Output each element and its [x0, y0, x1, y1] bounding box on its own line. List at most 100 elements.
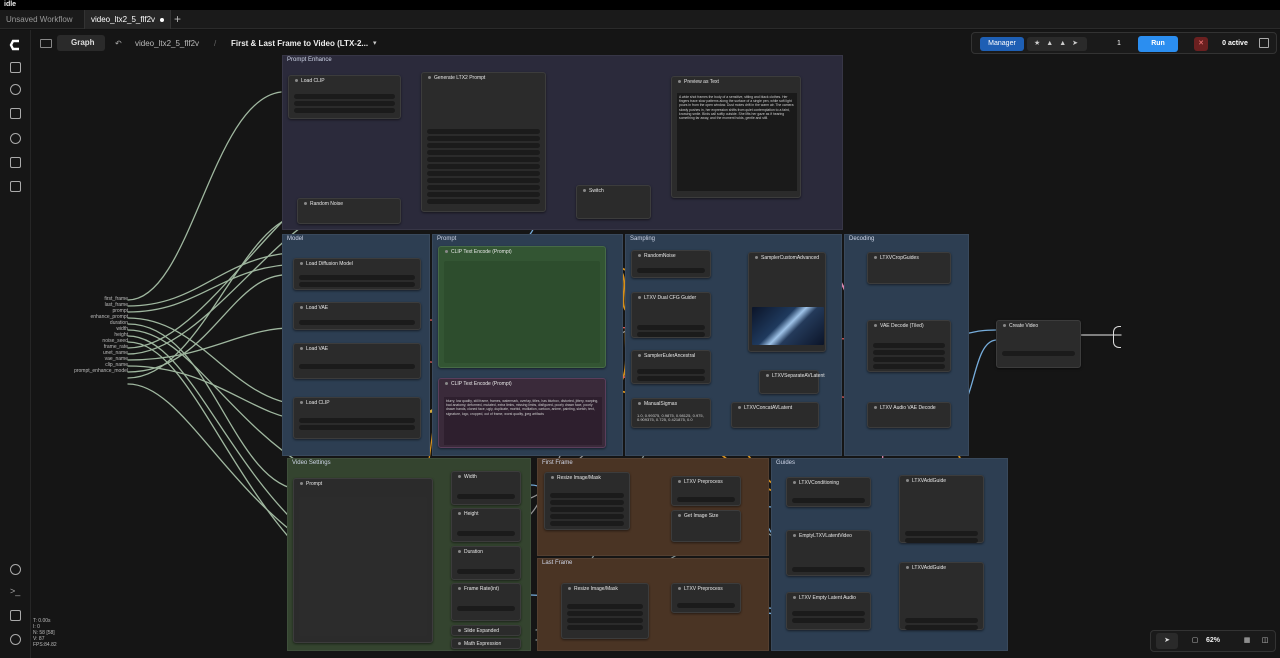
node-ltxv-conditioning[interactable]: LTXVConditioning — [786, 477, 871, 507]
node-title: CLIP Text Encode (Prompt) — [445, 381, 512, 388]
minimap-icon[interactable]: ▦ — [1241, 633, 1253, 649]
group-title: Guides — [776, 460, 796, 466]
node-clip-text-encode-negative[interactable]: CLIP Text Encode (Prompt) blurry, low qua… — [438, 378, 606, 448]
node-random-noise[interactable]: Random Noise — [297, 198, 401, 224]
node-title: VAE Decode (Tiled) — [874, 323, 924, 330]
group-title: Prompt — [437, 236, 457, 242]
breadcrumb-workflow[interactable]: video_ltx2_5_flf2v — [135, 36, 199, 51]
run-button[interactable]: Run — [1138, 36, 1178, 52]
node-load-vae[interactable]: Load VAE — [293, 302, 421, 330]
node-ltxv-preprocess-2[interactable]: LTXV Preprocess — [671, 583, 741, 613]
new-tab-plus-icon[interactable]: + — [170, 10, 185, 29]
queue-icon[interactable] — [10, 84, 21, 95]
help-icon[interactable] — [10, 564, 21, 575]
canvas-controls: ➤ ▢ 62% ▦ ◫ — [1150, 630, 1276, 652]
node-title: SamplerEulerAncestral — [638, 353, 695, 360]
node-ltxv-preprocess-1[interactable]: LTXV Preprocess — [671, 476, 741, 506]
run-toolbar: Manager ★▲▲➤ 1 Run ✕ 0 active — [971, 32, 1277, 54]
fit-view-icon[interactable]: ▢ — [1189, 633, 1201, 649]
node-title: Get Image Size — [678, 513, 718, 520]
node-generate-ltx2-prompt[interactable]: Generate LTX2 Prompt — [421, 72, 546, 212]
node-title: Slide Expanded — [458, 628, 499, 635]
chevron-down-icon[interactable]: ▾ — [373, 36, 377, 51]
node-slide-expanded[interactable]: Slide Expanded — [451, 625, 521, 636]
sigmas-value[interactable]: 1.0, 0.99375, 0.9875, 0.98125, 0.975, 0.… — [637, 414, 709, 426]
manager-actions[interactable]: ★▲▲➤ — [1027, 37, 1087, 51]
node-prompt[interactable]: Prompt — [293, 478, 433, 643]
active-queue-count[interactable]: 0 active — [1216, 37, 1254, 51]
preview-image[interactable] — [752, 307, 824, 345]
panel-toggle-icon[interactable] — [40, 39, 52, 48]
node-ltxv-add-guide-1[interactable]: LTXVAddGuide — [899, 475, 984, 543]
cancel-icon[interactable]: ✕ — [1194, 37, 1208, 51]
node-ltxv-dual-cfg-guider[interactable]: LTXV Dual CFG Guider — [631, 292, 711, 338]
breadcrumb-separator: / — [214, 39, 217, 48]
node-title: EmptyLTXVLatentVideo — [793, 533, 852, 540]
unsaved-dot-icon — [160, 17, 165, 22]
node-preview-as-text[interactable]: Preview as Text A wide shot frames the bo… — [671, 76, 801, 198]
positive-prompt-textarea[interactable] — [444, 261, 600, 363]
node-title: LTXVAddGuide — [906, 565, 946, 572]
output-bracket-icon — [1113, 326, 1121, 348]
node-math-expression[interactable]: Math Expression — [451, 638, 521, 649]
node-title: Math Expression — [458, 641, 501, 648]
node-load-clip[interactable]: Load CLIP — [288, 75, 401, 119]
node-ltxv-concat-av-latent[interactable]: LTXVConcatAVLatent — [731, 402, 819, 428]
node-width[interactable]: Width — [451, 471, 521, 505]
node-title: Switch — [583, 188, 604, 195]
toggle-panel-icon[interactable] — [1259, 38, 1269, 48]
group-title: Prompt Enhance — [287, 57, 332, 63]
node-clip-text-encode-positive[interactable]: CLIP Text Encode (Prompt) — [438, 246, 606, 368]
select-mode-icon[interactable]: ➤ — [1156, 633, 1178, 649]
node-ltxv-add-guide-2[interactable]: LTXVAddGuide — [899, 562, 984, 630]
settings-icon[interactable] — [10, 634, 21, 645]
tab-unsaved-workflow[interactable]: Unsaved Workflow — [0, 10, 79, 29]
node-ltxv-empty-latent-audio[interactable]: LTXV Empty Latent Audio — [786, 592, 871, 630]
negative-prompt-textarea[interactable]: blurry, low quality, still frame, frames… — [444, 397, 602, 445]
node-load-diffusion-model[interactable]: Load Diffusion Model — [293, 258, 421, 290]
input-prompt-enhance-model[interactable]: prompt_enhance_model — [72, 368, 128, 374]
node-height[interactable]: Height — [451, 508, 521, 542]
comfy-logo[interactable] — [8, 39, 22, 51]
group-title: Model — [287, 236, 304, 242]
links-icon[interactable]: ◫ — [1259, 633, 1271, 649]
node-ltxv-audio-vae-decode[interactable]: LTXV Audio VAE Decode — [867, 402, 951, 428]
node-create-video[interactable]: Create Video — [996, 320, 1081, 368]
node-resize-image-last[interactable]: Resize Image/Mask — [561, 583, 649, 639]
keyboard-icon[interactable] — [10, 610, 21, 621]
node-resize-image-first[interactable]: Resize Image/Mask — [544, 472, 630, 530]
node-random-noise-2[interactable]: RandomNoise — [631, 250, 711, 278]
graph-mode-button[interactable]: Graph — [57, 35, 105, 51]
node-duration[interactable]: Duration — [451, 546, 521, 580]
node-title: Prompt — [300, 481, 322, 488]
graph-canvas[interactable]: Prompt Enhance Model Prompt Sampling Dec… — [31, 30, 1280, 658]
nodes-icon[interactable] — [10, 108, 21, 119]
node-title: LTXVCropGuides — [874, 255, 919, 262]
back-arrow-icon[interactable]: ↶ — [115, 36, 122, 51]
zoom-level[interactable]: 62% — [1206, 633, 1234, 649]
node-vae-decode-tiled[interactable]: VAE Decode (Tiled) — [867, 320, 951, 372]
node-title: Load Diffusion Model — [300, 261, 353, 268]
node-ltxv-separate-av-latent[interactable]: LTXVSeparateAVLatent — [759, 370, 825, 394]
preview-text-area[interactable]: A wide shot frames the body of a sensiti… — [677, 93, 797, 191]
node-switch[interactable]: Switch — [576, 185, 651, 219]
node-manual-sigmas[interactable]: ManualSigmas 1.0, 0.99375, 0.9875, 0.9812… — [631, 398, 711, 428]
layers-icon[interactable] — [10, 62, 21, 73]
node-load-clip-2[interactable]: Load CLIP — [293, 397, 421, 439]
manager-button[interactable]: Manager — [980, 37, 1024, 51]
models-icon[interactable] — [10, 133, 21, 144]
prompt-textarea[interactable] — [299, 497, 427, 636]
terminal-icon[interactable]: >_ — [10, 587, 21, 598]
batch-count[interactable]: 1 — [1112, 37, 1126, 51]
templates-icon[interactable] — [10, 157, 21, 168]
tab-video-ltx2[interactable]: video_ltx2_5_flf2v — [84, 10, 172, 29]
node-load-vae-2[interactable]: Load VAE — [293, 343, 421, 379]
node-sampler-custom-advanced[interactable]: SamplerCustomAdvanced — [748, 252, 826, 352]
node-get-image-size[interactable]: Get Image Size — [671, 510, 741, 542]
node-ltxv-crop-guides[interactable]: LTXVCropGuides — [867, 252, 951, 284]
node-empty-ltxv-latent-video[interactable]: EmptyLTXVLatentVideo — [786, 530, 871, 576]
node-frame-rate[interactable]: Frame Rate(int) — [451, 583, 521, 621]
breadcrumb-subgraph[interactable]: First & Last Frame to Video (LTX-2... — [231, 36, 368, 51]
workflow-icon[interactable] — [10, 181, 21, 192]
node-sampler-euler-ancestral[interactable]: SamplerEulerAncestral — [631, 350, 711, 384]
